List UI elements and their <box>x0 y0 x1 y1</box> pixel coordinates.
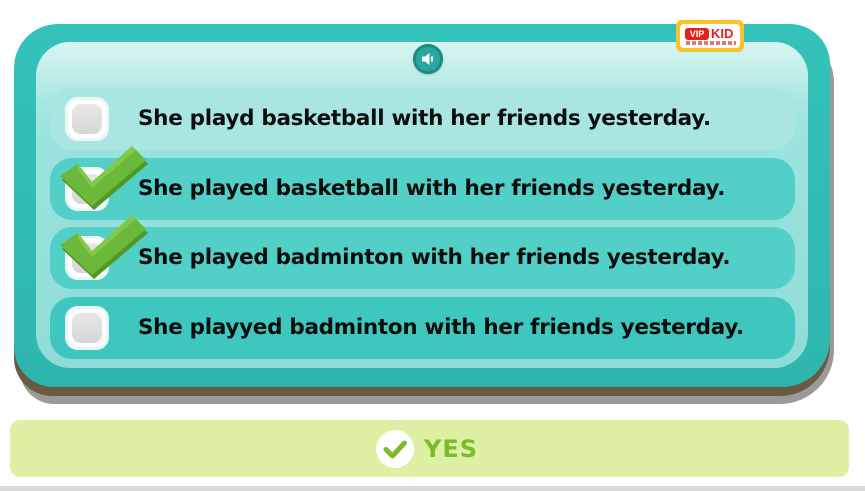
answer-option-3[interactable]: She played badminton with her friends ye… <box>50 215 795 289</box>
logo-tagline <box>686 41 736 45</box>
feedback-label: YES <box>424 435 479 463</box>
answer-option-label: She played badminton with her friends ye… <box>138 245 731 270</box>
answer-option-label: She playd basketball with her friends ye… <box>138 106 711 131</box>
answer-option-1[interactable]: She playd basketball with her friends ye… <box>50 88 795 150</box>
answer-option-label: She playyed badminton with her friends y… <box>138 315 744 340</box>
answer-checkbox[interactable] <box>65 97 109 141</box>
checkmark-icon <box>60 146 148 210</box>
checkmark-icon <box>60 215 148 279</box>
check-circle-icon <box>376 430 414 468</box>
logo-kid-text: KID <box>711 26 734 41</box>
answer-option-4[interactable]: She playyed badminton with her friends y… <box>50 297 795 359</box>
feedback-bar[interactable]: YES <box>10 420 849 477</box>
answer-option-2[interactable]: She played basketball with her friends y… <box>50 146 795 220</box>
answer-checkbox[interactable] <box>65 306 109 350</box>
quiz-stage: VIP KID She playd basketball with her fr… <box>0 0 865 491</box>
logo-vip-text: VIP <box>685 28 709 40</box>
play-audio-button[interactable] <box>413 44 443 74</box>
speaker-icon <box>422 53 433 65</box>
logo-inner: VIP KID <box>680 24 740 48</box>
page-bottom-edge <box>0 486 865 491</box>
vipkid-logo: VIP KID <box>676 20 744 52</box>
answer-option-label: She played basketball with her friends y… <box>138 176 726 201</box>
